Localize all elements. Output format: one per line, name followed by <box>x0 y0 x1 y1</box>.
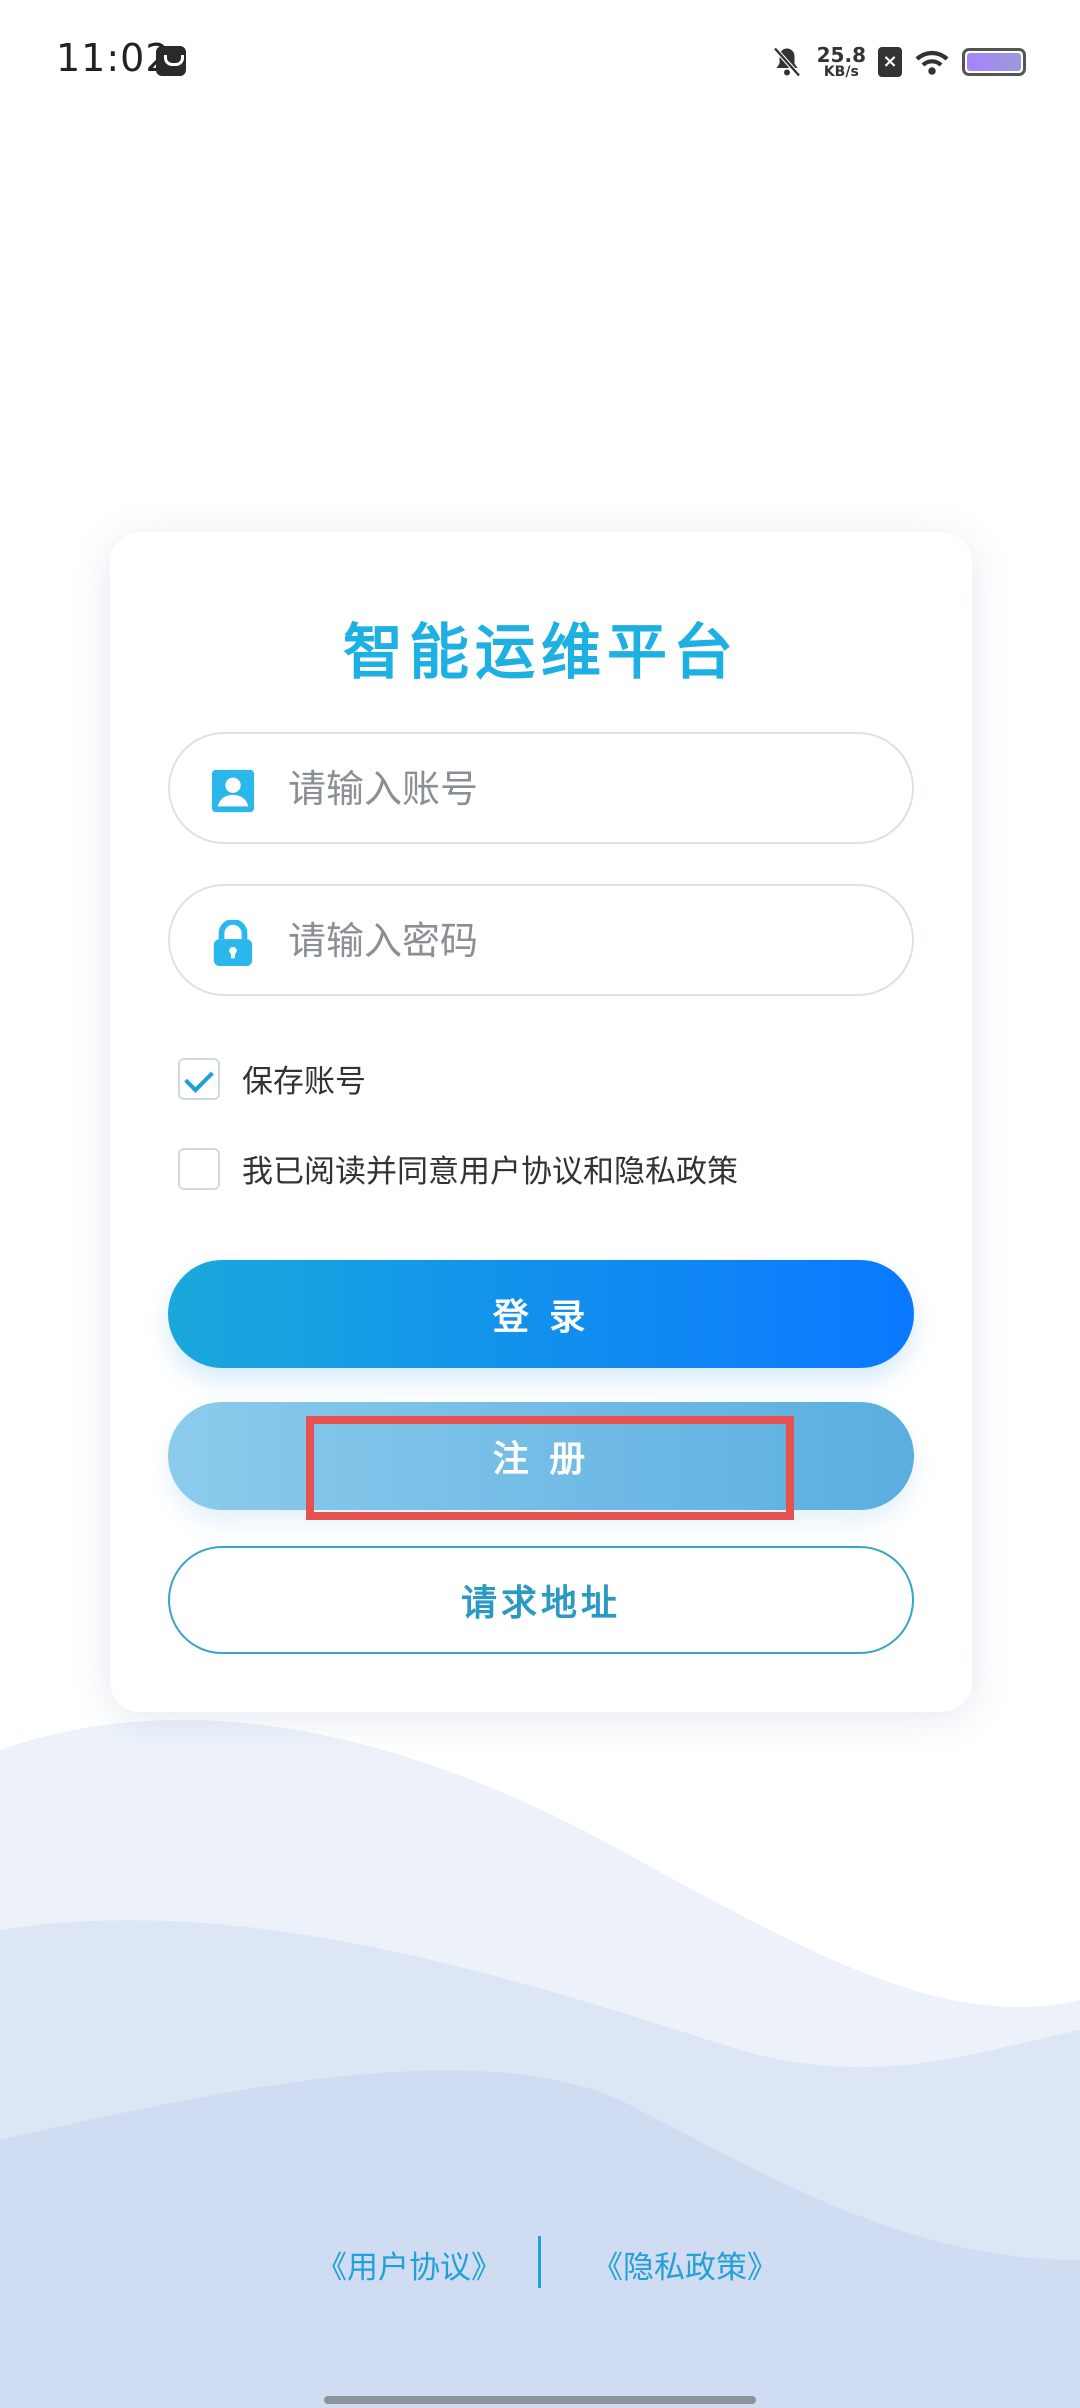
login-button[interactable]: 登 录 <box>168 1260 914 1368</box>
request-address-button[interactable]: 请求地址 <box>168 1546 914 1654</box>
footer-links: 《用户协议》 《隐私政策》 <box>0 2236 1080 2292</box>
agree-terms-row[interactable]: 我已阅读并同意用户协议和隐私政策 <box>178 1146 738 1191</box>
shopping-bag-icon <box>156 46 186 76</box>
login-card: 智能运维平台 保存账号 我已阅读并同意用户协议和隐私政策 登 录 注 册 请求地… <box>110 532 972 1712</box>
status-time: 11:02 <box>56 36 171 80</box>
user-icon <box>211 769 255 813</box>
home-indicator[interactable] <box>324 2396 756 2404</box>
bell-muted-icon <box>772 47 801 77</box>
user-agreement-link[interactable]: 《用户协议》 <box>316 2242 502 2287</box>
account-input[interactable] <box>286 734 890 844</box>
account-field[interactable] <box>168 732 914 844</box>
network-speed: 25.8 KB/s <box>816 43 866 80</box>
password-input[interactable] <box>286 886 890 996</box>
no-sim-icon: × <box>878 47 902 77</box>
privacy-policy-link[interactable]: 《隐私政策》 <box>592 2242 778 2287</box>
password-field[interactable] <box>168 884 914 996</box>
save-account-checkbox[interactable] <box>178 1057 220 1100</box>
register-button[interactable]: 注 册 <box>168 1402 914 1510</box>
footer-divider <box>538 2236 541 2288</box>
battery-icon <box>962 48 1026 76</box>
save-account-label: 保存账号 <box>242 1064 366 1100</box>
page-title: 智能运维平台 <box>343 618 739 688</box>
agree-terms-checkbox[interactable] <box>178 1147 220 1190</box>
save-account-row[interactable]: 保存账号 <box>178 1056 366 1101</box>
agree-terms-label: 我已阅读并同意用户协议和隐私政策 <box>242 1154 738 1190</box>
lock-icon <box>213 920 253 966</box>
wifi-icon <box>915 50 949 75</box>
status-bar: 11:02 25.8 KB/s × <box>0 0 1080 126</box>
status-icons: 25.8 KB/s × <box>769 40 1026 84</box>
background-waves <box>0 1719 1080 2408</box>
